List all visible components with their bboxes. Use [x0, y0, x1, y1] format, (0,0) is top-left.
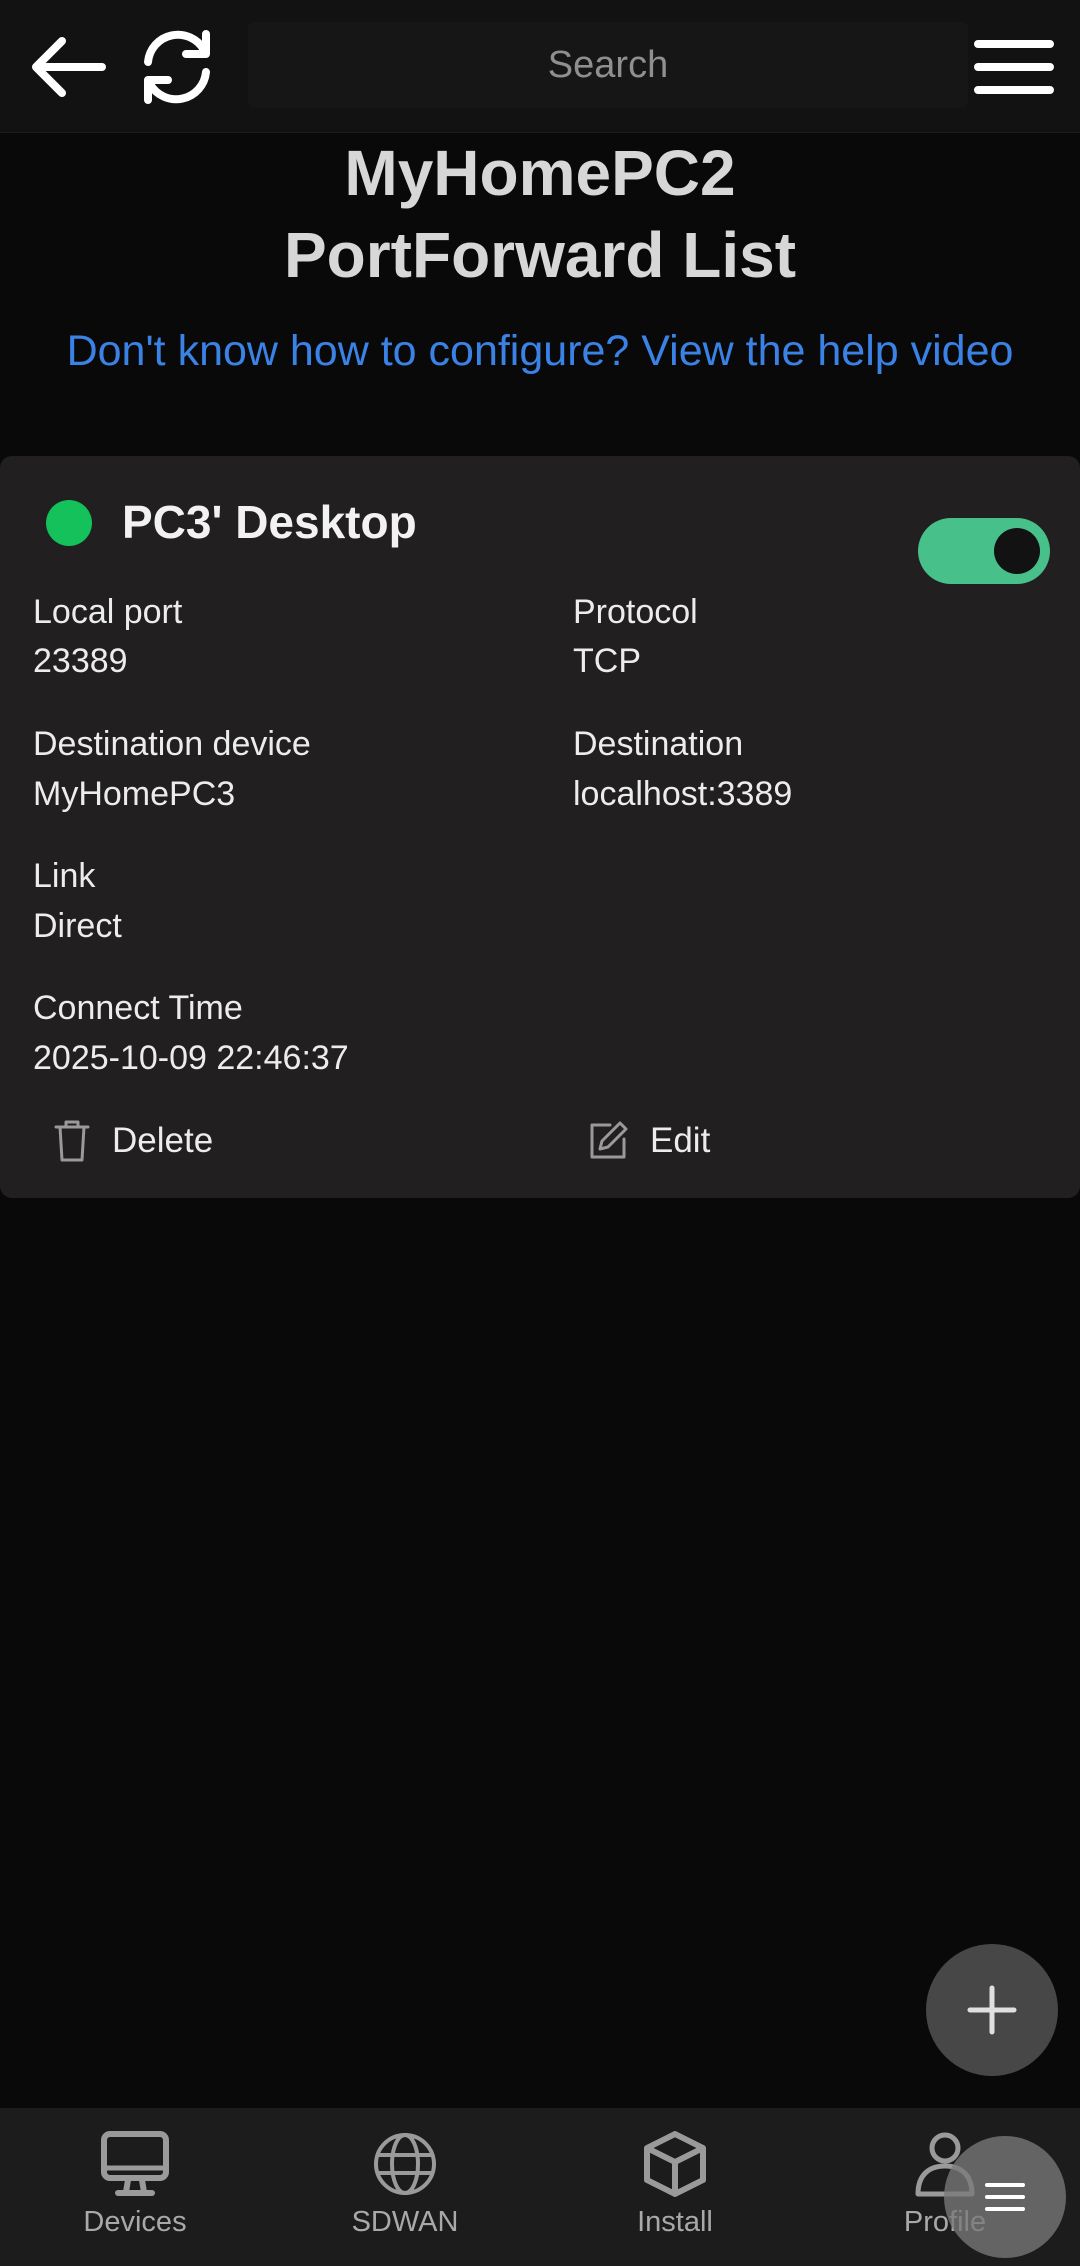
search-input[interactable] [248, 21, 968, 109]
page-title-device: MyHomePC2 [344, 137, 736, 209]
search-box[interactable] [248, 21, 968, 109]
toggle-knob [994, 528, 1040, 574]
local-port-label: Local port [33, 593, 183, 631]
connect-time-value: 2025-10-09 22:46:37 [33, 1039, 349, 1077]
protocol-label: Protocol [573, 593, 698, 631]
trash-icon [54, 1120, 90, 1162]
delete-label: Delete [112, 1121, 214, 1160]
cube-icon [644, 2131, 706, 2197]
floating-menu-button[interactable] [944, 2136, 1066, 2258]
nav-sdwan-label: SDWAN [351, 2206, 459, 2238]
lines-menu-icon [985, 2183, 1025, 2211]
destination-device-label: Destination device [33, 725, 311, 763]
status-indicator [46, 500, 92, 546]
refresh-button[interactable] [132, 22, 222, 112]
menu-button[interactable] [968, 22, 1060, 112]
nav-install-label: Install [637, 2206, 713, 2238]
portforward-page: MyHomePC2 PortForward List Don't know ho… [0, 0, 1080, 2266]
nav-sdwan[interactable]: SDWAN [305, 2130, 505, 2260]
destination-value: localhost:3389 [573, 775, 793, 813]
destination-label: Destination [573, 725, 744, 763]
local-port-value: 23389 [33, 642, 128, 680]
help-video-link[interactable]: Don't know how to configure? View the he… [60, 318, 1020, 384]
nav-install[interactable]: Install [575, 2130, 775, 2260]
portforward-card [0, 456, 1080, 1198]
edit-icon [590, 1121, 628, 1159]
top-bar [0, 0, 1080, 133]
edit-button[interactable]: Edit [586, 1112, 710, 1170]
protocol-value: TCP [573, 642, 641, 680]
back-button[interactable] [22, 22, 112, 112]
plus-icon [967, 1985, 1017, 2035]
monitor-icon [101, 2131, 169, 2196]
enable-toggle[interactable] [918, 518, 1050, 584]
refresh-icon [144, 30, 210, 104]
connect-time-label: Connect Time [33, 989, 243, 1027]
hamburger-menu-icon [974, 40, 1054, 94]
destination-device-value: MyHomePC3 [33, 775, 236, 813]
globe-icon [374, 2133, 436, 2195]
link-label: Link [33, 857, 96, 895]
nav-devices[interactable]: Devices [35, 2130, 235, 2260]
nav-devices-label: Devices [83, 2206, 187, 2238]
delete-button[interactable]: Delete [52, 1112, 213, 1170]
arrow-left-icon [32, 37, 106, 97]
portforward-name: PC3' Desktop [122, 496, 417, 548]
page-title-list: PortForward List [283, 219, 797, 291]
link-value: Direct [33, 907, 122, 945]
add-portforward-button[interactable] [926, 1944, 1058, 2076]
edit-label: Edit [650, 1121, 711, 1160]
